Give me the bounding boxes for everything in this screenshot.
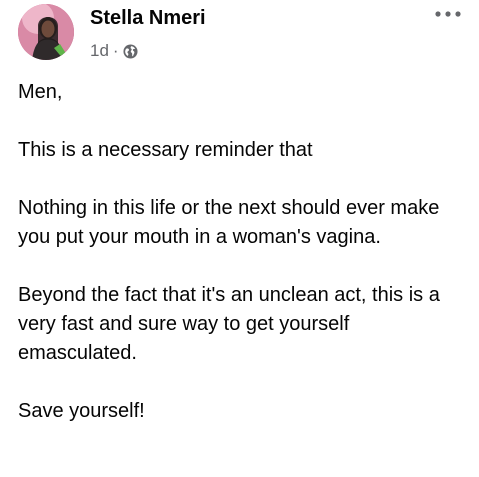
post-paragraph: Men, (18, 81, 63, 103)
post-paragraph: Beyond the fact that it's an unclean act… (18, 284, 440, 364)
profile-photo-icon (18, 4, 74, 60)
post-meta: 1d · (90, 40, 138, 62)
more-options-button[interactable] (433, 4, 463, 24)
post-paragraph: Save yourself! (18, 400, 145, 422)
post-text: Men, This is a necessary reminder that N… (18, 78, 468, 455)
post-timestamp[interactable]: 1d (90, 41, 109, 61)
post-paragraph: Nothing in this life or the next should … (18, 197, 440, 248)
author-name[interactable]: Stella Nmeri (90, 7, 206, 30)
post-header: Stella Nmeri 1d · (18, 4, 463, 62)
more-horizontal-icon (435, 11, 461, 17)
avatar[interactable] (18, 4, 74, 60)
globe-icon[interactable] (123, 43, 138, 59)
post-paragraph: This is a necessary reminder that (18, 139, 313, 161)
meta-separator: · (112, 41, 119, 60)
